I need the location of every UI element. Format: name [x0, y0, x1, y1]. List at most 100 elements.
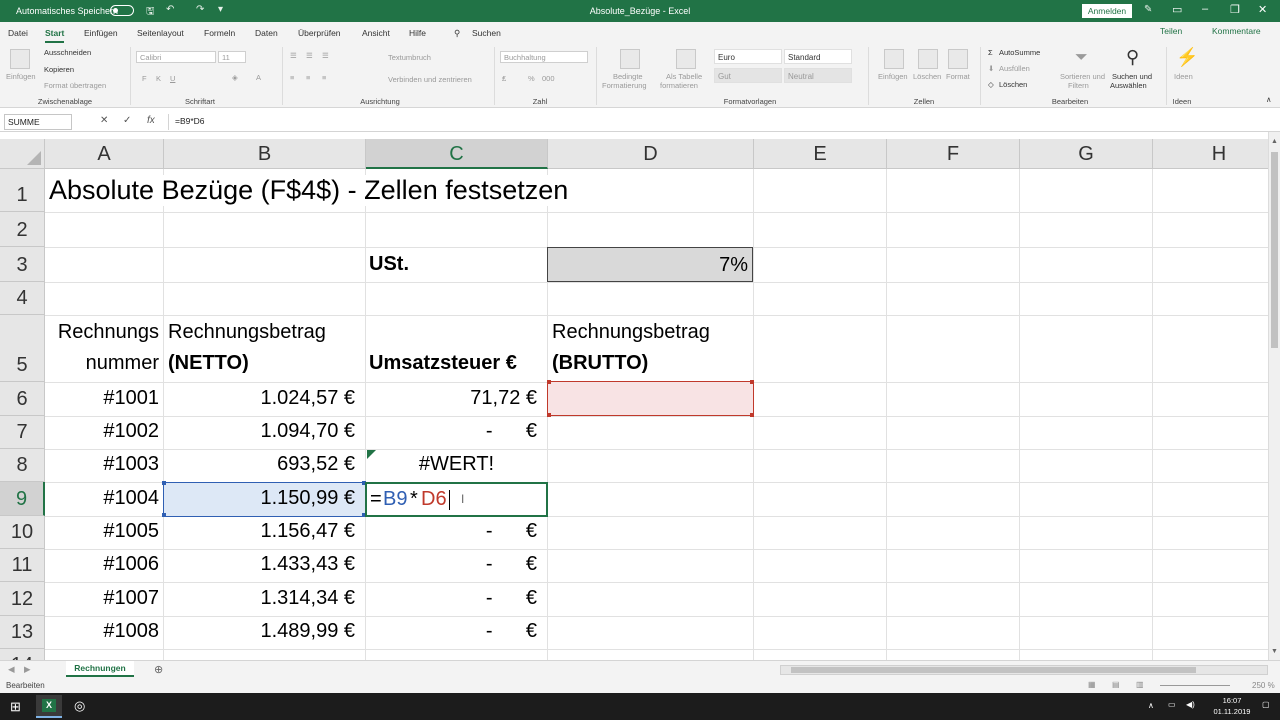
- font-name-select[interactable]: Calibri: [136, 51, 216, 63]
- cell-a7[interactable]: #1002: [45, 420, 159, 443]
- sheet-nav-prev-icon[interactable]: ◀: [8, 664, 15, 675]
- cancel-icon[interactable]: ✕: [100, 115, 108, 126]
- conditional-format-icon[interactable]: [620, 49, 640, 69]
- format-cells-icon[interactable]: [948, 49, 968, 69]
- autosum-button[interactable]: AutoSumme: [999, 48, 1040, 57]
- autosum-icon[interactable]: Σ: [988, 48, 993, 57]
- cell-c8[interactable]: #WERT!: [366, 453, 547, 476]
- column-header-h[interactable]: H: [1153, 139, 1268, 169]
- row-header-7[interactable]: 7: [0, 416, 45, 449]
- font-size-select[interactable]: 11: [218, 51, 246, 63]
- tab-file[interactable]: Datei: [8, 28, 28, 38]
- undo-icon[interactable]: ↶: [166, 4, 174, 15]
- tab-formulas[interactable]: Formeln: [204, 28, 235, 38]
- autosave-toggle[interactable]: [110, 5, 134, 16]
- search-icon[interactable]: ⚲: [454, 28, 460, 39]
- align-center-icon[interactable]: ≡: [306, 73, 310, 82]
- column-header-f[interactable]: F: [887, 139, 1020, 169]
- scroll-down-icon[interactable]: ▼: [1271, 648, 1278, 655]
- sheet-title-cell[interactable]: Absolute Bezüge (F$4$) - Zellen festsetz…: [49, 175, 573, 206]
- reference-handle[interactable]: [547, 380, 551, 384]
- network-icon[interactable]: ▭: [1168, 700, 1176, 709]
- ideas-button[interactable]: Ideen: [1174, 72, 1193, 81]
- cell-d3-ust-value[interactable]: 7%: [547, 247, 753, 282]
- underline-button[interactable]: U: [170, 74, 175, 83]
- add-sheet-icon[interactable]: ⊕: [154, 663, 163, 676]
- italic-button[interactable]: K: [156, 74, 161, 83]
- row-header-4[interactable]: 4: [0, 282, 45, 315]
- zoom-slider[interactable]: [1160, 685, 1230, 686]
- browser-taskbar-icon[interactable]: ◎: [74, 698, 85, 714]
- restore-icon[interactable]: ❐: [1230, 3, 1240, 16]
- fill-icon[interactable]: ⬇: [988, 64, 994, 73]
- customize-qat-icon[interactable]: ▾: [218, 4, 223, 15]
- sign-in-button[interactable]: Anmelden: [1082, 4, 1132, 18]
- cell-b12[interactable]: 1.314,34 €: [164, 587, 355, 610]
- row-header-10[interactable]: 10: [0, 516, 45, 549]
- column-header-e[interactable]: E: [754, 139, 887, 169]
- cell-c12[interactable]: - €: [366, 587, 537, 610]
- cell-c7[interactable]: - €: [366, 420, 537, 443]
- select-all-corner[interactable]: [0, 139, 45, 169]
- scroll-up-icon[interactable]: ▲: [1271, 138, 1278, 145]
- clear-button[interactable]: Löschen: [999, 80, 1027, 89]
- share-button[interactable]: Teilen: [1160, 26, 1182, 36]
- conditional-format-label-2[interactable]: Formatierung: [602, 81, 647, 90]
- page-layout-view-icon[interactable]: ▤: [1112, 680, 1120, 689]
- cell-a11[interactable]: #1006: [45, 553, 159, 576]
- wrap-text-button[interactable]: Textumbruch: [388, 53, 431, 62]
- cell-c13[interactable]: - €: [366, 620, 537, 643]
- formula-input[interactable]: =B9*D6: [168, 114, 1272, 130]
- pen-icon[interactable]: ✎: [1144, 4, 1152, 15]
- percent-button[interactable]: %: [528, 74, 535, 83]
- cell-a13[interactable]: #1008: [45, 620, 159, 643]
- reference-handle[interactable]: [750, 413, 754, 417]
- row-header-2[interactable]: 2: [0, 212, 45, 247]
- cell-b8[interactable]: 693,52 €: [164, 453, 355, 476]
- tray-expand-icon[interactable]: ∧: [1148, 701, 1154, 710]
- row-header-14[interactable]: 14: [0, 649, 45, 660]
- format-painter-button[interactable]: Format übertragen: [44, 81, 106, 90]
- column-header-c[interactable]: C: [366, 139, 548, 169]
- cell-c6[interactable]: 71,72 €: [366, 387, 537, 410]
- cell-b11[interactable]: 1.433,43 €: [164, 553, 355, 576]
- cell-b7[interactable]: 1.094,70 €: [164, 420, 355, 443]
- paste-icon[interactable]: [10, 49, 30, 69]
- tab-data[interactable]: Daten: [255, 28, 278, 38]
- sheet-nav-next-icon[interactable]: ▶: [24, 664, 31, 675]
- ideas-icon[interactable]: ⚡: [1176, 47, 1198, 68]
- windows-start-icon[interactable]: ⊞: [10, 699, 21, 715]
- tab-home[interactable]: Start: [45, 28, 65, 43]
- find-select-label-2[interactable]: Auswählen: [1110, 81, 1147, 90]
- horizontal-scroll-thumb[interactable]: [791, 667, 1196, 673]
- tab-insert[interactable]: Einfügen: [84, 28, 118, 38]
- column-header-a[interactable]: A: [45, 139, 164, 169]
- cell-c11[interactable]: - €: [366, 553, 537, 576]
- reference-handle[interactable]: [547, 413, 551, 417]
- volume-icon[interactable]: ◀): [1186, 700, 1195, 709]
- cell-c5-header[interactable]: Umsatzsteuer €: [369, 352, 517, 375]
- thousands-button[interactable]: 000: [542, 74, 555, 83]
- clock-date[interactable]: 01.11.2019: [1205, 707, 1259, 716]
- clock-time[interactable]: 16:07: [1210, 696, 1254, 705]
- column-header-b[interactable]: B: [164, 139, 366, 169]
- find-select-label-1[interactable]: Suchen und: [1112, 72, 1152, 81]
- comments-button[interactable]: Kommentare: [1212, 26, 1261, 36]
- enter-icon[interactable]: ✓: [123, 115, 131, 126]
- cell-b5-header-line1[interactable]: Rechnungsbetrag: [168, 321, 326, 344]
- number-format-select[interactable]: Buchhaltung: [500, 51, 588, 63]
- cell-b9[interactable]: 1.150,99 €: [164, 487, 355, 510]
- merge-center-button[interactable]: Verbinden und zentrieren: [388, 75, 472, 84]
- row-header-9[interactable]: 9: [0, 482, 45, 516]
- insert-cells-icon[interactable]: [884, 49, 904, 69]
- normal-view-icon[interactable]: ▦: [1088, 680, 1096, 689]
- cell-b13[interactable]: 1.489,99 €: [164, 620, 355, 643]
- vertical-scrollbar[interactable]: ▲ ▼: [1268, 132, 1280, 660]
- minimize-icon[interactable]: –: [1202, 3, 1208, 15]
- sheet-tab-rechnungen[interactable]: Rechnungen: [66, 661, 134, 677]
- format-as-table-icon[interactable]: [676, 49, 696, 69]
- page-break-view-icon[interactable]: ▥: [1136, 680, 1144, 689]
- font-color-icon[interactable]: A: [256, 73, 261, 82]
- reference-handle[interactable]: [750, 380, 754, 384]
- name-box[interactable]: SUMME: [4, 114, 72, 130]
